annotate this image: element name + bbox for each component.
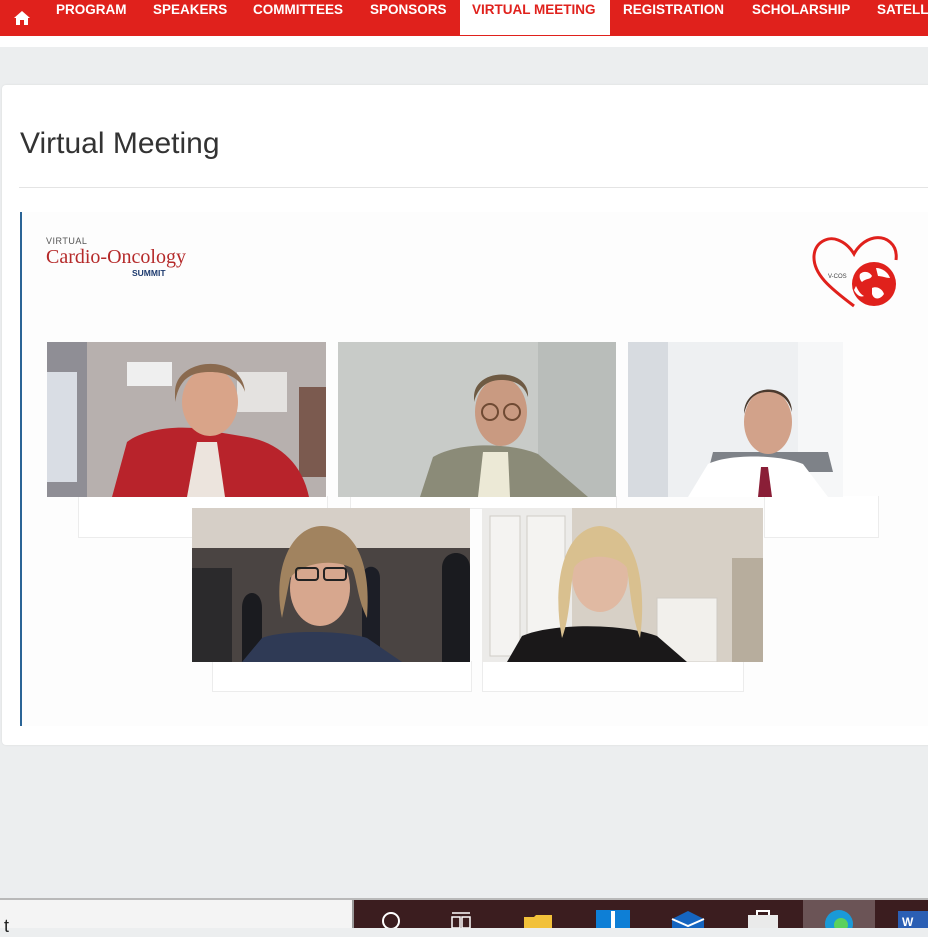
video-tile-participant-1 (47, 342, 326, 497)
taskbar-search-box[interactable] (0, 900, 354, 928)
svg-text:W: W (902, 915, 914, 928)
taskbar-search-text: t (4, 916, 10, 936)
nav-satellite[interactable]: SATELL (877, 0, 928, 36)
event-logo-line1: VIRTUAL (46, 236, 88, 246)
nav-program[interactable]: PROGRAM (56, 0, 127, 36)
event-logo-line3: SUMMIT (132, 268, 166, 278)
event-logo: VIRTUAL Cardio-Oncology SUMMIT (46, 236, 186, 278)
nav-sponsors[interactable]: SPONSORS (370, 0, 447, 36)
word-icon[interactable]: W (896, 905, 928, 928)
tile-frame (764, 496, 879, 538)
video-tile-participant-4 (192, 508, 470, 662)
vcos-logo-text: V-COS (828, 274, 847, 280)
nav-scholarship[interactable]: SCHOLARSHIP (752, 0, 850, 36)
nav-committees[interactable]: COMMITTEES (253, 0, 343, 36)
app-icon[interactable] (596, 905, 630, 928)
task-view-icon[interactable] (448, 905, 474, 928)
title-divider (19, 187, 928, 188)
video-tile-participant-3 (628, 342, 843, 497)
home-icon (14, 11, 30, 25)
edge-icon[interactable] (820, 905, 858, 928)
store-icon[interactable] (746, 905, 780, 928)
mail-icon[interactable] (670, 905, 706, 928)
nav-speakers[interactable]: SPEAKERS (153, 0, 227, 36)
search-icon[interactable] (378, 905, 404, 928)
nav-underline (0, 36, 928, 47)
vcos-logo: V-COS (812, 236, 898, 308)
tile-frame (212, 661, 472, 692)
main-nav: PROGRAM SPEAKERS COMMITTEES SPONSORS VIR… (0, 0, 928, 36)
event-logo-line2: Cardio-Oncology (46, 246, 186, 268)
nav-virtual-meeting[interactable]: VIRTUAL MEETING (460, 0, 610, 35)
page-title: Virtual Meeting (20, 127, 220, 160)
video-tile-participant-5 (482, 508, 763, 662)
video-tile-participant-2 (338, 342, 616, 497)
file-explorer-icon[interactable] (522, 905, 554, 928)
nav-registration[interactable]: REGISTRATION (623, 0, 724, 36)
home-link[interactable] (6, 0, 38, 36)
tile-frame (482, 661, 744, 692)
